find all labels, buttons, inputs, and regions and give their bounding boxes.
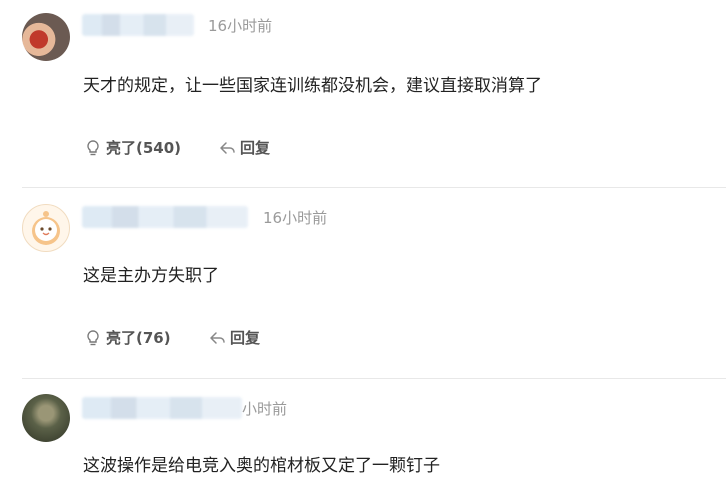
username-blurred[interactable] — [82, 14, 194, 36]
comment-text: 这是主办方失职了 — [83, 266, 219, 286]
comment-text: 天才的规定，让一些国家连训练都没机会，建议直接取消算了 — [83, 76, 542, 96]
avatar[interactable] — [22, 204, 70, 252]
comment-time: 16小时前 — [208, 17, 273, 35]
cartoon-face-icon — [32, 211, 60, 245]
like-count: (540) — [136, 139, 182, 157]
divider — [22, 187, 726, 188]
reply-label: 回复 — [230, 329, 261, 347]
divider — [22, 378, 726, 379]
lightbulb-icon — [84, 139, 102, 157]
reply-arrow-icon — [218, 139, 236, 157]
comment-time: 16小时前 — [263, 209, 328, 227]
username-blurred[interactable] — [82, 206, 248, 228]
like-count: (76) — [136, 329, 171, 347]
like-label: 亮了 — [106, 329, 137, 347]
reply-label: 回复 — [240, 139, 271, 157]
like-button[interactable]: 亮了 (76) — [84, 327, 171, 349]
like-button[interactable]: 亮了 (540) — [84, 137, 181, 159]
like-label: 亮了 — [106, 139, 137, 157]
reply-arrow-icon — [208, 329, 226, 347]
avatar[interactable] — [22, 13, 70, 61]
lightbulb-icon — [84, 329, 102, 347]
username-blurred[interactable] — [82, 397, 242, 419]
reply-button[interactable]: 回复 — [218, 137, 270, 159]
comment-time: 小时前 — [242, 400, 288, 418]
avatar[interactable] — [22, 394, 70, 442]
reply-button[interactable]: 回复 — [208, 327, 260, 349]
comment-text: 这波操作是给电竞入奥的棺材板又定了一颗钉子 — [83, 456, 440, 476]
